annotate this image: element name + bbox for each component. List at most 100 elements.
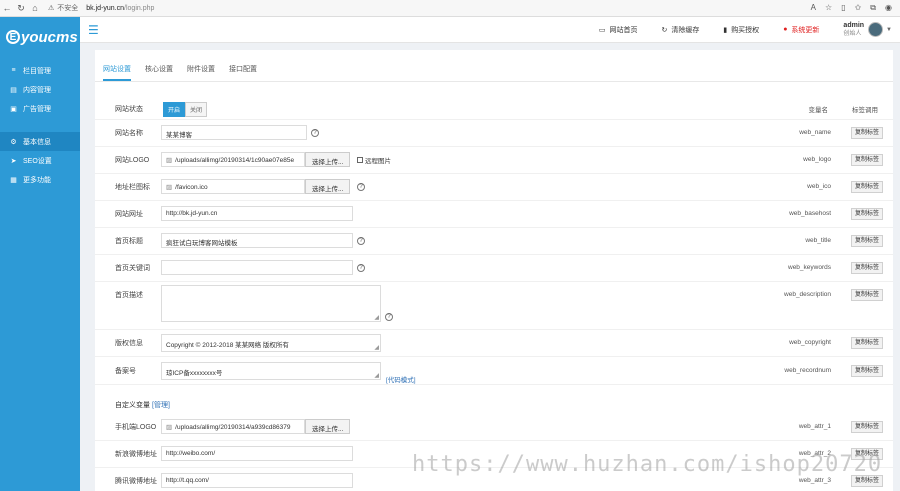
var-name: web_attr_3 xyxy=(798,477,831,484)
remote-image-checkbox[interactable]: 远程图片 xyxy=(357,155,391,165)
status-toggle[interactable]: 开启 关闭 xyxy=(163,102,208,117)
web-description-textarea[interactable]: ◢ xyxy=(161,285,381,322)
user-name: admin xyxy=(843,21,865,29)
home-icon[interactable]: ⌂ xyxy=(28,3,42,13)
copy-tag-button[interactable]: 复制标签 xyxy=(851,127,883,139)
row-web-description: 首页描述 ◢ ? web_description 复制标签 xyxy=(95,282,893,330)
custom-vars-heading: 自定义变量 [管理] xyxy=(115,402,170,409)
copy-tag-button[interactable]: 复制标签 xyxy=(851,421,883,433)
logo: Eyoucms xyxy=(0,17,80,57)
toggle-off[interactable]: 关闭 xyxy=(185,102,208,117)
help-icon[interactable]: ? xyxy=(357,264,365,272)
row-web-keywords: 首页关键词 ? web_keywords 复制标签 xyxy=(95,255,893,282)
grid-icon: ▦ xyxy=(10,176,17,184)
help-icon[interactable]: ? xyxy=(357,183,365,191)
copy-tag-button[interactable]: 复制标签 xyxy=(851,365,883,377)
image-icon: ▨ xyxy=(166,424,173,431)
user-menu[interactable]: admin 创始人 ▼ xyxy=(843,22,900,38)
copy-tag-button[interactable]: 复制标签 xyxy=(851,208,883,220)
upload-button[interactable]: 选择上传... xyxy=(305,179,351,194)
copy-tag-button[interactable]: 复制标签 xyxy=(851,154,883,166)
row-attr-1: 手机端LOGO ▨/uploads/allimg/20190314/a939cd… xyxy=(95,414,893,441)
star-icon[interactable]: ☆ xyxy=(825,3,832,13)
code-mode-link[interactable]: [代码模式] xyxy=(386,374,416,384)
menu-toggle-icon[interactable]: ☰ xyxy=(88,23,99,37)
sidebar-item-more[interactable]: ▦ 更多功能 xyxy=(0,170,80,189)
copy-tag-button[interactable]: 复制标签 xyxy=(851,337,883,349)
favorites-icon[interactable]: ✩ xyxy=(855,3,862,13)
web-ico-input[interactable]: ▨/favicon.ico xyxy=(161,179,305,194)
web-name-input[interactable]: 某某博客 xyxy=(161,125,307,140)
reload-icon[interactable]: ↻ xyxy=(14,3,28,14)
sidebar: Eyoucms ≡ 栏目管理 ▤ 内容管理 ▣ 广告管理 ⚙ 基本信息 ➤ SE… xyxy=(0,17,80,491)
var-name: web_description xyxy=(784,291,831,298)
tqq-url-input[interactable]: http://t.qq.com/ xyxy=(161,473,353,488)
resize-handle[interactable]: ◢ xyxy=(374,344,379,351)
buy-license-link[interactable]: ▮ 购买授权 xyxy=(723,25,759,35)
sidebar-item-label: 更多功能 xyxy=(23,176,51,184)
warning-icon: ⚠ xyxy=(48,5,55,12)
alert-icon: ● xyxy=(783,26,788,33)
field-label: 新浪微博地址 xyxy=(115,451,157,458)
manage-link[interactable]: [管理] xyxy=(152,402,170,409)
help-icon[interactable]: ? xyxy=(311,129,319,137)
web-logo-input[interactable]: ▨/uploads/allimg/20190314/1c90ae07e85e xyxy=(161,152,305,167)
row-web-url: 网站网址 http://bk.jd-yun.cn web_basehost 复制… xyxy=(95,201,893,228)
weibo-url-input[interactable]: http://weibo.com/ xyxy=(161,446,353,461)
sidebar-item-seo[interactable]: ➤ SEO设置 xyxy=(0,151,80,170)
help-icon[interactable]: ? xyxy=(385,313,393,321)
var-name: web_recordnum xyxy=(784,367,831,374)
split-icon[interactable]: ▯ xyxy=(841,3,845,13)
address-bar[interactable]: ⚠ 不安全 bk.jd-yun.cn/login.php xyxy=(48,2,154,15)
copy-tag-button[interactable]: 复制标签 xyxy=(851,181,883,193)
image-icon: ▨ xyxy=(166,184,173,191)
collections-icon[interactable]: ⧉ xyxy=(870,3,876,13)
var-name: web_title xyxy=(805,237,831,244)
upload-button[interactable]: 选择上传... xyxy=(305,152,351,167)
logo-text: youcms xyxy=(21,28,78,46)
field-label: 网站网址 xyxy=(115,211,143,218)
tab-site-settings[interactable]: 网站设置 xyxy=(103,64,131,81)
web-url-input[interactable]: http://bk.jd-yun.cn xyxy=(161,206,353,221)
upload-button[interactable]: 选择上传... xyxy=(305,419,351,434)
sidebar-item-columns[interactable]: ≡ 栏目管理 xyxy=(0,61,80,80)
clear-cache-link[interactable]: ↻ 清除缓存 xyxy=(661,25,699,35)
mobile-logo-input[interactable]: ▨/uploads/allimg/20190314/a939cd86379 xyxy=(161,419,305,434)
resize-handle[interactable]: ◢ xyxy=(374,314,379,321)
url-host: bk.jd-yun.cn xyxy=(86,4,125,12)
web-copyright-textarea[interactable]: Copyright © 2012-2018 某某网络 版权所有 ◢ xyxy=(161,334,381,352)
copy-tag-button[interactable]: 复制标签 xyxy=(851,289,883,301)
sidebar-item-content[interactable]: ▤ 内容管理 xyxy=(0,80,80,99)
var-name: web_logo xyxy=(803,156,831,163)
gear-icon: ⚙ xyxy=(10,138,17,146)
image-icon: ▨ xyxy=(166,157,173,164)
help-icon[interactable]: ? xyxy=(357,237,365,245)
field-label: 网站LOGO xyxy=(115,157,150,164)
var-name: web_name xyxy=(799,129,831,136)
tab-api-settings[interactable]: 接口配置 xyxy=(229,64,257,81)
toggle-on[interactable]: 开启 xyxy=(163,102,186,117)
var-name: web_attr_1 xyxy=(798,423,831,430)
sidebar-item-basic-info[interactable]: ⚙ 基本信息 xyxy=(0,132,80,151)
web-title-input[interactable]: 疯狂试白玩博客网站模板 xyxy=(161,233,353,248)
copy-tag-button[interactable]: 复制标签 xyxy=(851,262,883,274)
sidebar-item-ads[interactable]: ▣ 广告管理 xyxy=(0,99,80,118)
back-icon[interactable]: ← xyxy=(0,3,14,13)
read-aloud-icon[interactable]: A xyxy=(811,3,816,13)
site-home-link[interactable]: ▭ 网站首页 xyxy=(599,25,638,35)
web-keywords-input[interactable] xyxy=(161,260,353,275)
system-update-link[interactable]: ● 系统更新 xyxy=(783,25,819,35)
field-label: 首页标题 xyxy=(115,238,143,245)
profile-icon[interactable]: ◉ xyxy=(885,3,892,13)
tab-core-settings[interactable]: 核心设置 xyxy=(145,64,173,81)
document-icon: ▤ xyxy=(10,86,17,94)
header-link-label: 系统更新 xyxy=(791,26,820,34)
top-header: ☰ ▭ 网站首页 ↻ 清除缓存 ▮ 购买授权 ● 系统更新 admin 创始人 … xyxy=(80,17,900,43)
chevron-down-icon[interactable]: ▼ xyxy=(886,27,892,33)
resize-handle[interactable]: ◢ xyxy=(374,372,379,379)
tab-attachment-settings[interactable]: 附件设置 xyxy=(187,64,215,81)
web-recordnum-textarea[interactable]: 琼ICP备xxxxxxxx号 ◢ xyxy=(161,362,381,380)
copy-tag-button[interactable]: 复制标签 xyxy=(851,235,883,247)
avatar[interactable] xyxy=(868,22,884,37)
field-label: 版权信息 xyxy=(115,340,143,347)
